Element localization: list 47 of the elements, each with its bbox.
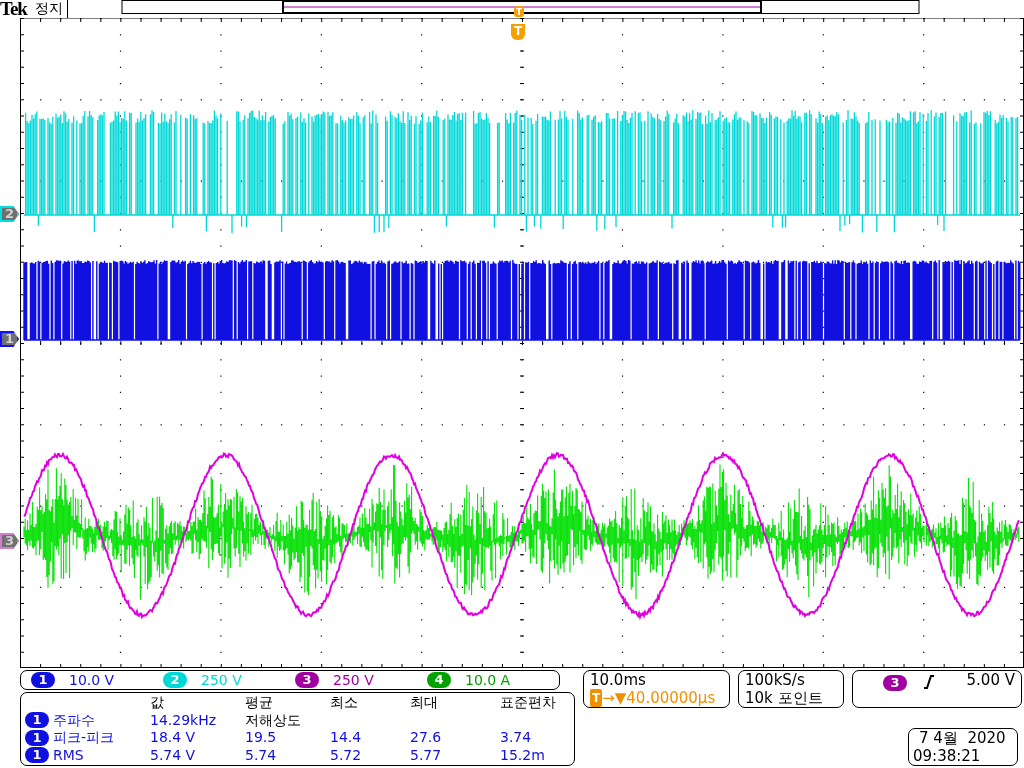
channel-badge: 2 xyxy=(163,672,187,688)
measurement-value: 3.74 xyxy=(500,729,532,745)
time-text: 09:38:21 xyxy=(913,747,982,765)
measurement-value: 5.77 xyxy=(410,746,442,763)
measurement-value: 5.74 V xyxy=(150,746,196,763)
measurement-name: RMS xyxy=(53,746,84,764)
measurement-value: 18.4 V xyxy=(150,729,196,745)
record-length: 10k 포인트 xyxy=(745,689,824,707)
measurement-name: 피크-피크 xyxy=(53,729,115,747)
channel-badge: 1 xyxy=(25,729,49,746)
column-header: 표준편차 xyxy=(500,694,556,710)
measurement-value: 5.74 xyxy=(245,746,277,763)
timebase-scale: 10.0ms xyxy=(590,671,647,689)
trigger-level: 5.00 V xyxy=(966,671,1015,689)
measurement-note: 저해상도 xyxy=(245,711,301,728)
channel-badge: 1 xyxy=(25,747,49,764)
column-header: 최소 xyxy=(330,694,358,710)
channel-badge: 4 xyxy=(427,672,451,688)
trigger-label: T xyxy=(590,689,603,707)
column-header: 평균 xyxy=(245,694,273,710)
column-header: 최대 xyxy=(410,694,438,710)
waveform-marker[interactable]: 1 xyxy=(0,331,19,347)
channel-badge: 3 xyxy=(295,672,319,688)
waveform-marker[interactable]: 2 xyxy=(0,206,19,222)
measurement-value: 14.29kHz xyxy=(150,711,217,728)
channel-badge: 1 xyxy=(25,712,49,729)
channel-scale: 250 V xyxy=(201,670,242,690)
channel-scale: 10.0 A xyxy=(465,670,511,690)
rising-edge-icon xyxy=(923,675,935,689)
measurement-value: 27.6 xyxy=(410,729,442,745)
column-header: 값 xyxy=(150,694,164,710)
measurement-value: 15.2m xyxy=(500,746,545,763)
waveform-marker[interactable]: 3 xyxy=(0,533,19,549)
channel-badge: 1 xyxy=(31,672,55,688)
measurement-name: 주파수 xyxy=(53,711,95,729)
trigger-marker[interactable]: T xyxy=(511,24,525,40)
trigger-position: →▼40.00000µs xyxy=(602,689,716,707)
measurement-value: 5.72 xyxy=(330,746,362,763)
channel-scale: 250 V xyxy=(333,670,374,690)
sample-rate: 100kS/s xyxy=(745,671,806,689)
channel-scale: 10.0 V xyxy=(69,670,115,690)
measurement-value: 14.4 xyxy=(330,729,362,745)
date-text: 7 4월 2020 xyxy=(918,729,1007,747)
measurement-value: 19.5 xyxy=(245,729,277,745)
brand-logo: Tek xyxy=(0,0,27,18)
record-view-bar: T xyxy=(121,0,921,18)
trigger-source-badge: 3 xyxy=(883,675,907,691)
